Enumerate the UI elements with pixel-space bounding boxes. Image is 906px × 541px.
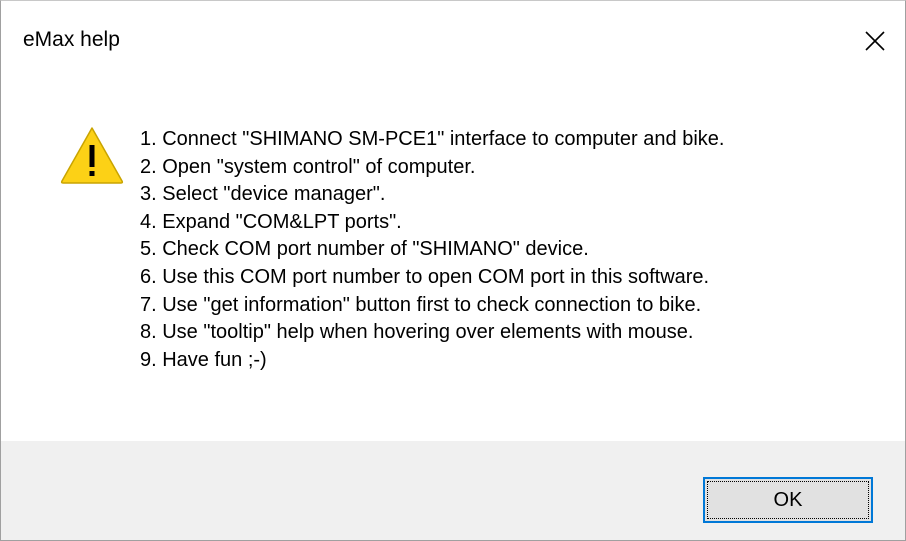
message-line: 1. Connect "SHIMANO SM-PCE1" interface t… (140, 128, 725, 150)
message-area: 1. Connect "SHIMANO SM-PCE1" interface t… (1, 81, 905, 441)
message-line: 4. Expand "COM&LPT ports". (140, 210, 402, 233)
warning-icon (60, 127, 124, 184)
help-dialog: eMax help 1. Connect "SHIMANO SM-PCE1" i… (0, 0, 906, 541)
button-bar: OK (1, 441, 905, 540)
message-line: 7. Use "get information" button first to… (140, 293, 702, 316)
message-line: 8. Use "tooltip" help when hovering over… (140, 321, 694, 344)
close-button[interactable] (847, 15, 905, 67)
message-line: 2. Open "system control" of computer. (140, 155, 476, 178)
title-bar[interactable]: eMax help (1, 1, 905, 81)
message-line: 6. Use this COM port number to open COM … (140, 265, 710, 288)
message-line: 5. Check COM port number of "SHIMANO" de… (140, 238, 589, 261)
dialog-title: eMax help (23, 28, 120, 51)
message-line: 9. Have fun ;-) (140, 348, 267, 371)
ok-button[interactable]: OK (703, 477, 873, 523)
message-list: 1. Connect "SHIMANO SM-PCE1" interface t… (140, 126, 724, 374)
ok-button-label: OK (773, 489, 803, 511)
message-line: 3. Select "device manager". (140, 183, 386, 206)
close-icon (865, 31, 885, 51)
